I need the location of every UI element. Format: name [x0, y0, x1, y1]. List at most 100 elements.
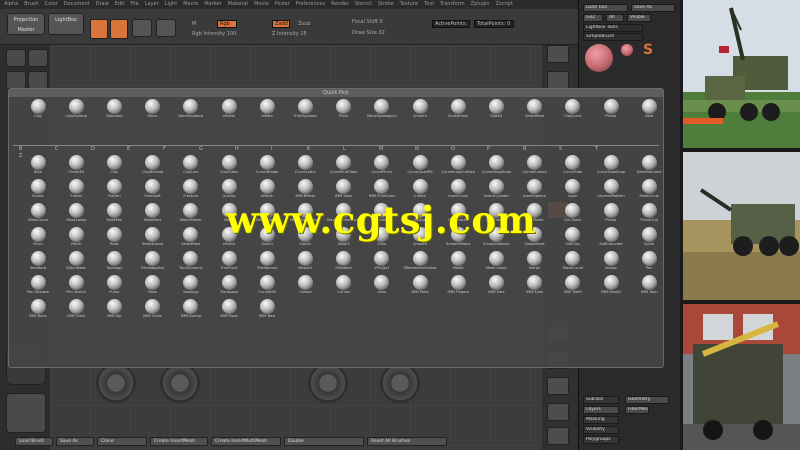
brush-thumbnail[interactable]: ClayBuildup — [57, 99, 95, 121]
brush-thumbnail[interactable]: ClipCurve — [554, 99, 592, 121]
letter-index-item[interactable]: C — [55, 146, 91, 153]
zsub-toggle[interactable]: Zsub — [298, 21, 310, 27]
brush-thumbnail[interactable]: SelectLasso — [134, 227, 172, 249]
brush-thumbnail[interactable]: CurveMultiTube — [325, 155, 363, 177]
brush-thumbnail[interactable]: Planar — [592, 99, 630, 121]
edit-mode-button[interactable] — [90, 19, 108, 39]
brush-thumbnail[interactable]: IMM Fingers — [439, 275, 477, 297]
brush-thumbnail[interactable]: MaskLasso — [57, 203, 95, 225]
menu-item[interactable]: Material — [228, 0, 248, 9]
brush-thumbnail[interactable]: IMM Spring — [172, 299, 210, 321]
menu-item[interactable]: Marker — [204, 0, 221, 9]
brush-thumbnail[interactable]: Rake — [95, 227, 133, 249]
menu-item[interactable]: Transform — [440, 0, 465, 9]
brush-action-button[interactable]: Double — [284, 436, 364, 446]
tool-thumbnail-large[interactable] — [585, 44, 613, 72]
brush-thumbnail[interactable]: MaskCircle — [630, 179, 668, 201]
menu-item[interactable]: Alpha — [4, 0, 18, 9]
layers-button[interactable]: Layers — [583, 406, 619, 414]
brush-thumbnail[interactable]: Fracture — [172, 179, 210, 201]
brush-action-button[interactable]: Save As — [56, 436, 94, 446]
brush-thumbnail[interactable]: StitchBasic — [57, 251, 95, 273]
menu-item[interactable]: Preferences — [296, 0, 325, 9]
brush-thumbnail[interactable]: Topology — [95, 251, 133, 273]
brush-thumbnail[interactable]: TrimFront — [210, 251, 248, 273]
brush-thumbnail[interactable]: Standard — [95, 99, 133, 121]
brush-thumbnail[interactable]: Mallet — [439, 251, 477, 273]
brush-thumbnail[interactable]: SoftConcrete — [592, 227, 630, 249]
brush-thumbnail[interactable]: TrimNormal — [248, 251, 286, 273]
brush-thumbnail[interactable]: IMM Cloth — [57, 299, 95, 321]
brush-action-button[interactable]: Reset All Brushes — [367, 436, 447, 446]
letter-index-item[interactable]: T — [595, 146, 631, 153]
brush-thumbnail[interactable]: Blob — [19, 155, 57, 177]
brush-thumbnail[interactable]: FormSoft — [134, 179, 172, 201]
letter-index-item[interactable]: E — [127, 146, 163, 153]
brush-thumbnail[interactable]: CurvePinch — [363, 155, 401, 177]
brush-action-button[interactable]: Clone — [97, 436, 147, 446]
menu-item[interactable]: Picker — [275, 0, 290, 9]
brush-thumbnail[interactable]: CurveTube — [554, 155, 592, 177]
scale-mode-button[interactable] — [156, 19, 176, 37]
brush-action-button[interactable]: Create InsertMultiMesh — [211, 436, 281, 446]
brush-thumbnail[interactable]: MaskCurve — [19, 203, 57, 225]
letter-index-item[interactable]: F — [163, 146, 199, 153]
brush-thumbnail[interactable]: IMM Zip — [95, 299, 133, 321]
brush-thumbnail[interactable]: Mesh Insert — [477, 251, 515, 273]
all-button[interactable]: All — [606, 14, 624, 22]
bpr-icon[interactable] — [547, 45, 569, 63]
brush-thumbnail[interactable]: SelectRect — [172, 227, 210, 249]
brush-thumbnail[interactable]: DamStandard — [630, 155, 668, 177]
z-intensity-slider[interactable]: Z Intensity 25 — [272, 31, 307, 37]
brush-thumbnail[interactable]: CurveSurface — [516, 155, 554, 177]
brush-thumbnail[interactable]: Chisel3D — [57, 155, 95, 177]
brush-thumbnail[interactable]: CurveStrapSnap — [477, 155, 515, 177]
brush-thumbnail[interactable]: Planar — [592, 203, 630, 225]
brush-thumbnail[interactable]: Pump — [95, 275, 133, 297]
letter-index-item[interactable]: K — [307, 146, 343, 153]
brush-thumbnail[interactable]: MoveCurve — [554, 251, 592, 273]
brush-thumbnail[interactable]: CurveEdit — [248, 275, 286, 297]
menu-item[interactable]: Movie — [254, 0, 269, 9]
brush-thumbnail[interactable]: Morph — [516, 251, 554, 273]
brush-thumbnail[interactable]: PlanarCut — [630, 203, 668, 225]
brush-thumbnail[interactable]: ZRemesherGuides — [401, 251, 439, 273]
brush-thumbnail[interactable]: CurveLathe — [286, 155, 324, 177]
brush-thumbnail[interactable]: Pen Shadow — [19, 275, 57, 297]
menu-item[interactable]: Edit — [115, 0, 125, 9]
brush-thumbnail[interactable]: hPolish — [210, 99, 248, 121]
brush-thumbnail[interactable]: Weave1 — [286, 251, 324, 273]
brush-thumbnail[interactable]: IMM Bolts — [19, 299, 57, 321]
letter-index-item[interactable]: D — [91, 146, 127, 153]
brush-thumbnail[interactable]: Blob — [630, 99, 668, 121]
brush-thumbnail[interactable]: MaskRect — [134, 203, 172, 225]
brush-thumbnail[interactable]: MoveTopological — [363, 99, 401, 121]
menu-item[interactable]: Brush — [24, 0, 38, 9]
brush-thumbnail[interactable]: Nudge — [592, 251, 630, 273]
projection-master-button[interactable]: Projection Master — [7, 13, 45, 35]
brush-thumbnail[interactable]: Elastic — [19, 179, 57, 201]
letter-index-item[interactable]: N — [415, 146, 451, 153]
geometry-button[interactable]: Geometry — [625, 396, 669, 404]
letter-index-item[interactable]: O — [451, 146, 487, 153]
save-as-button[interactable]: Save As — [631, 4, 675, 12]
rgb-toggle[interactable]: Rgb — [217, 20, 237, 28]
brush-thumbnail[interactable]: CurveQuadFill — [401, 155, 439, 177]
brush-thumbnail[interactable]: Pinch — [325, 99, 363, 121]
subtool-button[interactable]: SubTool — [583, 396, 619, 404]
tool-thumbnail-small[interactable] — [621, 44, 633, 56]
menu-item[interactable]: Draw — [96, 0, 109, 9]
menu-item[interactable]: Macro — [183, 0, 198, 9]
brush-thumbnail[interactable]: Spiral — [630, 227, 668, 249]
masking-button[interactable]: Masking — [583, 416, 619, 424]
brush-thumbnail[interactable]: SoftClay — [554, 227, 592, 249]
letter-index-item[interactable]: I — [271, 146, 307, 153]
brush-thumbnail[interactable]: SnakeHook — [439, 99, 477, 121]
brush-action-button[interactable]: Create InsertMesh — [150, 436, 208, 446]
simplebrush-icon[interactable]: S — [643, 42, 653, 58]
brush-thumbnail[interactable]: ClayTubes — [210, 155, 248, 177]
brush-thumbnail[interactable]: Orb Slash — [554, 203, 592, 225]
stroke-slot[interactable] — [28, 49, 48, 67]
zoom-icon[interactable] — [547, 377, 569, 395]
fibermesh-button[interactable]: FiberMesh — [625, 406, 649, 414]
